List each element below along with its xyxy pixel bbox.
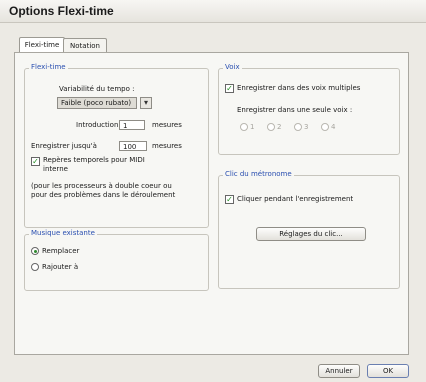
window-title: Options Flexi-time [9, 4, 114, 18]
metronome-group: Clic du métronome ✓ Cliquer pendant l'en… [218, 170, 400, 289]
cancel-button[interactable]: Annuler [318, 364, 360, 378]
voice-radio-3-label: 3 [304, 123, 309, 131]
multi-voice-checkbox[interactable]: ✓ [225, 84, 234, 93]
metronome-checkbox-label: Cliquer pendant l'enregistrement [237, 195, 354, 203]
midi-checkbox-label-line2: interne [43, 165, 68, 173]
voice-radio-2-label: 2 [277, 123, 282, 131]
record-input[interactable]: 100 [119, 141, 147, 151]
tab-panel: Flexi-time Variabilité du tempo : Faible… [14, 52, 409, 355]
radio-append[interactable] [31, 263, 39, 271]
note-line1: (pour les processeurs à double coeur ou [31, 182, 172, 190]
voice-radio-4[interactable] [321, 123, 329, 131]
intro-input[interactable]: 1 [119, 120, 145, 130]
midi-checkbox[interactable]: ✓ [31, 157, 40, 166]
record-label: Enregistrer jusqu'à [31, 142, 97, 150]
voices-group: Voix ✓ Enregistrer dans des voix multipl… [218, 63, 400, 155]
check-icon: ✓ [32, 157, 39, 166]
voices-group-label: Voix [223, 63, 242, 71]
radio-append-label: Rajouter à [42, 263, 79, 271]
flexitime-group: Flexi-time Variabilité du tempo : Faible… [24, 63, 209, 228]
check-icon: ✓ [226, 195, 233, 204]
flexitime-group-label: Flexi-time [29, 63, 68, 71]
metronome-group-label: Clic du métronome [223, 170, 294, 178]
intro-label: Introduction [76, 121, 119, 129]
single-voice-label: Enregistrer dans une seule voix : [237, 106, 353, 114]
tab-notation[interactable]: Notation [63, 38, 107, 53]
radio-replace[interactable] [31, 247, 39, 255]
midi-checkbox-label-line1: Repères temporels pour MIDI [43, 156, 145, 164]
voice-radio-2[interactable] [267, 123, 275, 131]
options-dialog: Options Flexi-time Flexi-time Notation F… [0, 0, 426, 382]
note-line2: pour des problèmes dans le déroulement [31, 191, 176, 199]
intro-unit: mesures [152, 121, 182, 129]
title-bar[interactable]: Options Flexi-time [0, 0, 426, 23]
tempo-label: Variabilité du tempo : [59, 85, 135, 93]
voice-radio-3[interactable] [294, 123, 302, 131]
voice-radio-1[interactable] [240, 123, 248, 131]
voice-radio-1-label: 1 [250, 123, 255, 131]
metronome-checkbox[interactable]: ✓ [225, 195, 234, 204]
voice-radio-4-label: 4 [331, 123, 336, 131]
existing-music-group-label: Musique existante [29, 229, 97, 237]
click-settings-button[interactable]: Réglages du clic... [256, 227, 366, 241]
check-icon: ✓ [226, 84, 233, 93]
tempo-dropdown-button[interactable]: ▾ [140, 97, 152, 109]
existing-music-group: Musique existante Remplacer Rajouter à [24, 229, 209, 291]
tempo-select[interactable]: Faible (poco rubato) [57, 97, 137, 109]
multi-voice-label: Enregistrer dans des voix multiples [237, 84, 361, 92]
record-unit: mesures [152, 142, 182, 150]
radio-replace-label: Remplacer [42, 247, 80, 255]
ok-button[interactable]: OK [367, 364, 409, 378]
chevron-down-icon: ▾ [143, 98, 148, 107]
